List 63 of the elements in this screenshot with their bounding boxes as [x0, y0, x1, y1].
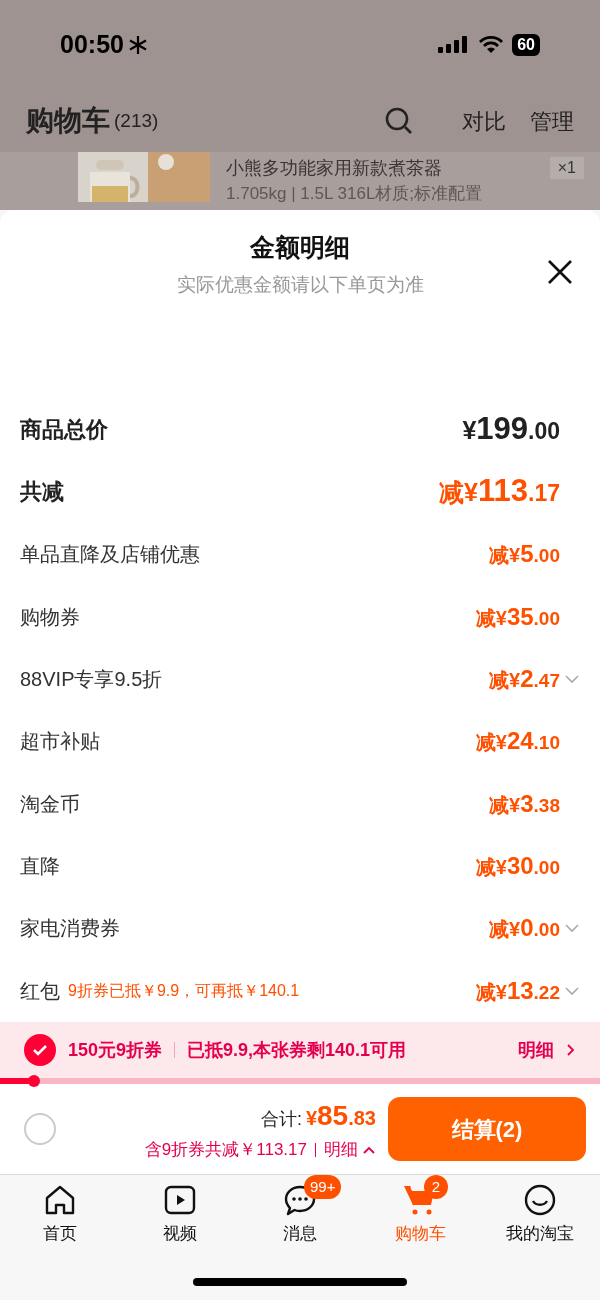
coupon-checkbox[interactable] — [24, 1034, 56, 1066]
tab-item[interactable]: 首页 — [0, 1175, 120, 1264]
row-label: 直降 — [20, 854, 60, 880]
tab-item[interactable]: 购物车 2 — [360, 1175, 480, 1264]
detail-link[interactable]: 明细 — [324, 1137, 358, 1163]
row-label: 88VIP专享9.5折 — [20, 666, 163, 692]
row-label: 商品总价 — [20, 415, 108, 444]
wifi-icon — [478, 35, 505, 55]
check-icon — [32, 1044, 48, 1056]
sheet-title: 金额明细 — [250, 232, 350, 264]
close-icon[interactable] — [546, 258, 574, 286]
saving-text: 含9折券共减￥113.17 — [144, 1139, 307, 1162]
badge: 99+ — [304, 1175, 342, 1199]
smiley-icon — [523, 1183, 557, 1217]
row-label: 家电消费券 — [20, 916, 120, 942]
select-all-checkbox[interactable] — [24, 1113, 56, 1145]
checkout-button[interactable]: 结算(2) — [388, 1097, 586, 1161]
coupon-detail-link[interactable]: 明细 — [518, 1036, 554, 1064]
status-time: 00:50 — [60, 29, 124, 61]
amount: 减¥3.38 — [489, 788, 560, 819]
play-icon — [163, 1183, 197, 1217]
amount: 减¥0.00 — [489, 913, 560, 944]
quantity: ×1 — [549, 157, 584, 179]
snowflake-icon — [127, 35, 148, 55]
badge: 2 — [424, 1175, 448, 1199]
item-count: (213) — [114, 108, 159, 133]
tab-item[interactable]: 视频 — [120, 1175, 240, 1264]
row-label: 购物券 — [20, 604, 80, 630]
header-action[interactable]: 对比 — [462, 104, 506, 138]
row-label: 超市补贴 — [20, 729, 100, 755]
amount: 减¥24.10 — [475, 726, 560, 757]
chevron-down-icon[interactable] — [564, 985, 580, 996]
home-icon — [43, 1183, 77, 1217]
sheet-subtitle: 实际优惠金额请以下单页为准 — [176, 272, 424, 297]
chevron-down-icon[interactable] — [564, 673, 580, 684]
row-label: 共减 — [20, 478, 64, 507]
product-spec: 1.705kg | 1.5L 316L材质;标准配置 — [226, 183, 484, 205]
row-label: 单品直降及店铺优惠 — [20, 542, 200, 568]
row-note: 9折券已抵￥9.9，可再抵￥140.1 — [68, 980, 300, 1001]
amount: 减¥30.00 — [475, 851, 560, 882]
amount: 减¥2.47 — [489, 663, 560, 694]
product-title: 小熊多功能家用新款煮茶器 — [226, 157, 442, 180]
page-title: 购物车 — [26, 104, 110, 138]
amount: 减¥113.17 — [439, 472, 560, 511]
chevron-down-icon[interactable] — [564, 923, 580, 934]
header-action[interactable]: 管理 — [530, 104, 574, 138]
amount: 减¥5.00 — [489, 539, 560, 570]
tab-item[interactable]: 我的淘宝 — [480, 1175, 600, 1264]
battery-level: 60 — [512, 34, 540, 56]
coupon-info: 已抵9.9,本张券剩140.1可用 — [187, 1038, 407, 1062]
total-price: ¥85.83 — [305, 1099, 376, 1134]
coupon-name: 150元9折券 — [68, 1038, 163, 1062]
total-label: 合计: — [260, 1108, 302, 1132]
amount: 减¥13.22 — [475, 975, 560, 1006]
tab-item[interactable]: 消息 99+ — [240, 1175, 360, 1264]
search-icon[interactable] — [384, 106, 414, 136]
amount: 减¥35.00 — [475, 601, 560, 632]
row-label: 红包 — [20, 978, 60, 1004]
chevron-up-icon — [362, 1145, 376, 1155]
chevron-right-icon — [566, 1043, 576, 1057]
row-label: 淘金币 — [20, 791, 80, 817]
progress-fill — [0, 1078, 30, 1084]
amount: ¥199.00 — [462, 410, 560, 449]
